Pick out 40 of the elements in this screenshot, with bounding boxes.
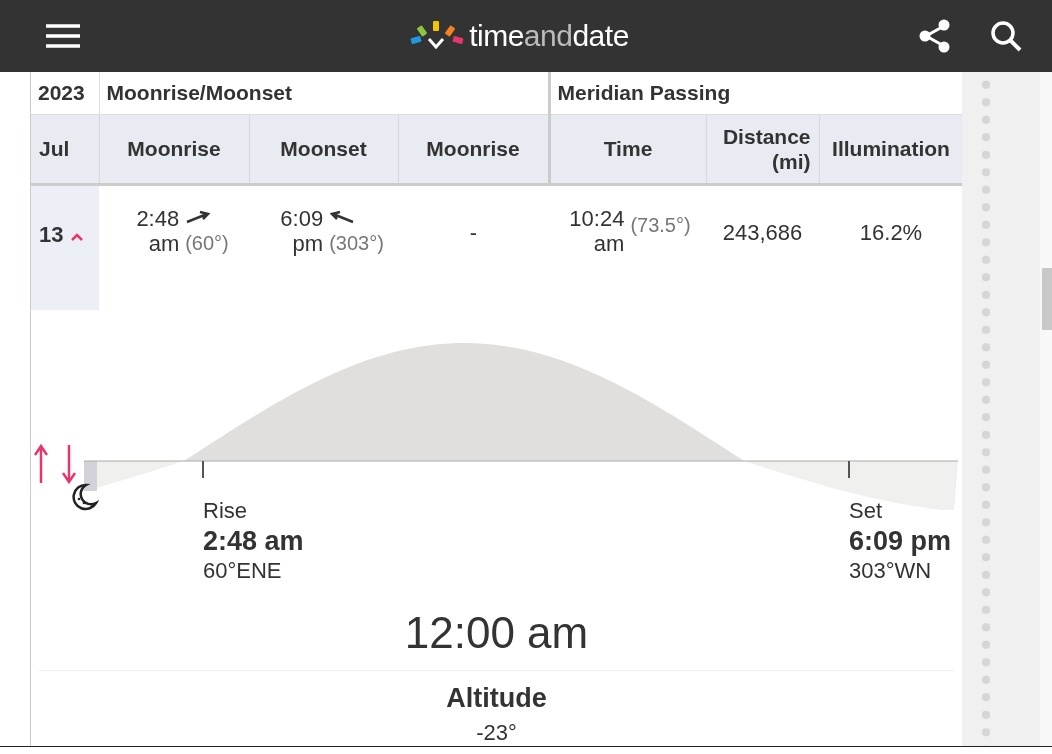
rise-label: Rise [203,497,248,525]
time-text: 10:24 am [568,206,625,257]
up-arrow-icon [34,444,48,484]
day-number[interactable]: 13 [39,222,64,247]
logo-icon [409,21,466,51]
table-cell: - [469,220,478,246]
column-header: Jul [31,114,99,185]
caret-up-icon[interactable] [69,232,84,242]
table-cell: 16.2% [859,220,923,246]
angle-text: (60°) [185,232,229,255]
scrollbar-thumb[interactable] [1042,268,1052,330]
group-header: 2023 [31,72,99,115]
column-header: Illumination [819,114,963,185]
logo-text[interactable]: timeanddate [469,19,629,53]
scrollbar[interactable] [1040,72,1052,746]
set-time: 6:09 pm [849,526,952,556]
altitude-value: -23° [476,720,517,746]
arrow-icon [185,210,212,224]
column-header: Moonrise [398,114,549,185]
menu-icon[interactable] [46,24,80,48]
table-cell: 243,686 [722,220,803,246]
search-icon[interactable] [990,20,1022,52]
set-label: Set [849,497,884,525]
altitude-label: Altitude [446,683,547,714]
share-icon[interactable] [918,19,952,53]
angle-text: (73.5°) [630,214,691,237]
time-text: 6:09 pm [279,206,324,257]
moon-icon [69,482,99,512]
rise-azimuth: 60°ENE [203,557,283,585]
current-time: 12:00 am [39,608,954,671]
time-text: 2:48 am [135,206,180,257]
column-header: Moonset [249,114,398,185]
arrow-icon [329,210,356,224]
column-header: Distance (mi) [706,114,819,185]
angle-text: (303°) [329,232,384,255]
column-header: Moonrise [99,114,249,185]
down-arrow-icon [62,444,76,484]
set-azimuth: 303°WN [849,557,933,585]
rise-time: 2:48 am [203,526,304,556]
column-header: Time [549,114,706,185]
